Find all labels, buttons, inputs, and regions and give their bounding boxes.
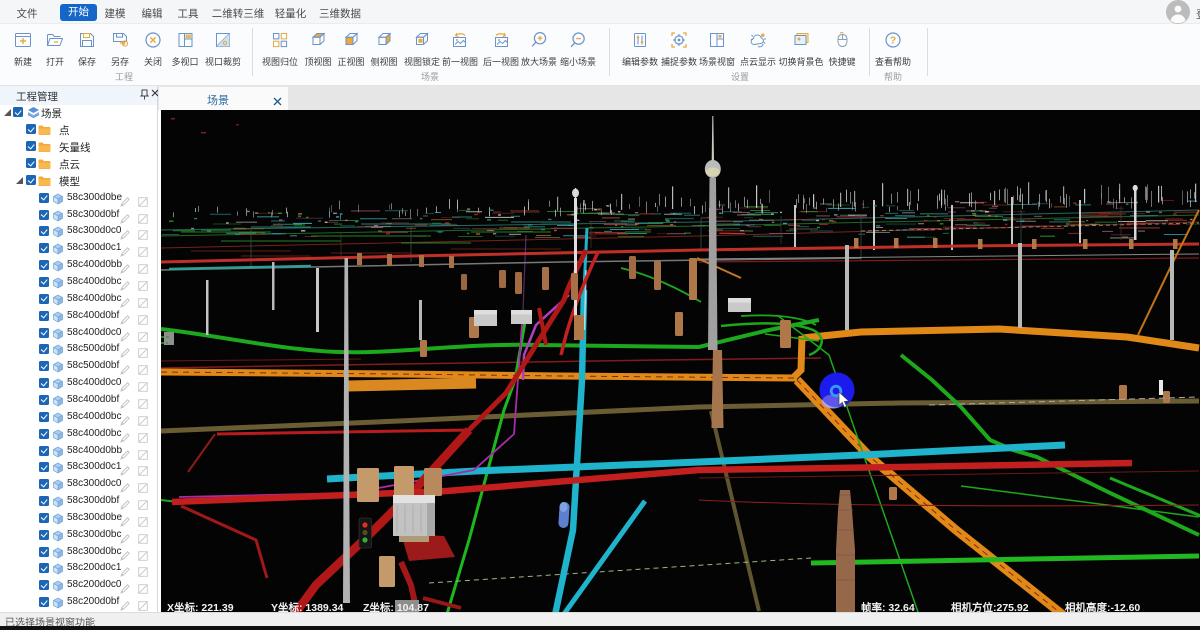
svg-text:相机方位:275.92: 相机方位:275.92 <box>951 601 1029 612</box>
svg-text:帧率: 32.64: 帧率: 32.64 <box>861 601 915 612</box>
svg-text:X坐标: 221.39: X坐标: 221.39 <box>167 601 234 612</box>
svg-text:?: ? <box>890 35 896 47</box>
svg-text:相机高度:-12.60: 相机高度:-12.60 <box>1065 601 1140 612</box>
svg-text:Z坐标: 104.87: Z坐标: 104.87 <box>363 601 429 612</box>
svg-text:Y坐标: 1389.34: Y坐标: 1389.34 <box>271 601 344 612</box>
